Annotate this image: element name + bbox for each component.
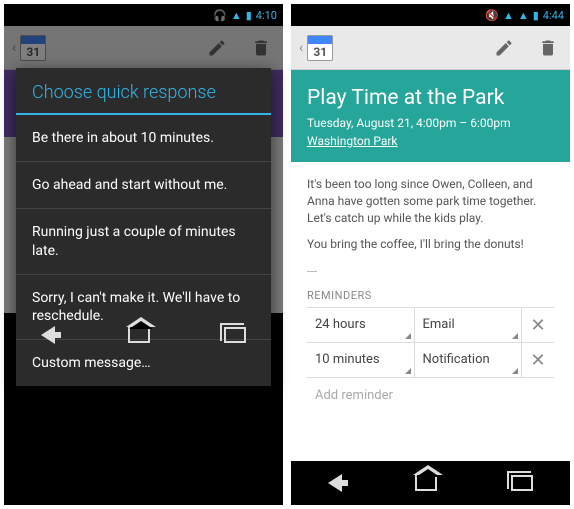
battery-icon: ▮ (533, 9, 539, 22)
remove-reminder-icon[interactable]: ✕ (522, 348, 554, 373)
nav-home-icon[interactable] (415, 475, 437, 491)
status-bar: 🎧 ▲ ▮ 4:10 (4, 4, 283, 26)
body-text: It's been too long since Owen, Colleen, … (307, 177, 536, 208)
reminder-time-spinner[interactable]: 10 minutes (307, 343, 415, 377)
remove-reminder-icon[interactable]: ✕ (522, 313, 554, 338)
signal-icon: ▲ (231, 9, 242, 22)
dialog-item[interactable]: Go ahead and start without me. (16, 162, 271, 209)
action-bar: ‹ 31 (4, 26, 283, 70)
phone-left: 🎧 ▲ ▮ 4:10 ‹ 31 Mo (4, 4, 283, 505)
nav-back-icon[interactable] (328, 474, 342, 492)
reminders-label: REMINDERS (307, 288, 554, 303)
mute-icon: 🔇 (485, 9, 499, 22)
edit-icon[interactable] (203, 34, 231, 62)
headset-icon: 🎧 (213, 9, 227, 22)
calendar-app-icon[interactable]: 31 (20, 35, 46, 61)
trash-icon[interactable] (247, 34, 275, 62)
reminder-row: 10 minutes Notification ✕ (307, 342, 554, 378)
edit-icon[interactable] (490, 34, 518, 62)
event-header: Play Time at the Park Tuesday, August 21… (291, 70, 570, 162)
nav-home-icon[interactable] (128, 327, 150, 343)
divider: --- (307, 263, 554, 280)
battery-icon: ▮ (246, 9, 252, 22)
dialog-title: Choose quick response (16, 68, 271, 115)
event-location[interactable]: Washington Park (307, 134, 554, 148)
nav-bar (291, 461, 570, 505)
dialog-item[interactable]: Custom message… (16, 340, 271, 386)
nav-recent-icon[interactable] (224, 327, 246, 343)
event-title: Play Time at the Park (307, 86, 554, 110)
signal-icon: ▲ (518, 9, 529, 22)
trash-icon[interactable] (534, 34, 562, 62)
status-time: 4:44 (543, 9, 564, 22)
status-bar: 🔇 ▲ ▲ ▮ 4:44 (291, 4, 570, 26)
nav-back-icon[interactable] (41, 326, 55, 344)
event-body: It's been too long since Owen, Colleen, … (291, 162, 570, 430)
add-reminder-button[interactable]: Add reminder (307, 377, 554, 415)
dialog-item[interactable]: Be there in about 10 minutes. (16, 115, 271, 162)
event-datetime: Tuesday, August 21, 4:00pm – 6:00pm (307, 116, 554, 130)
reminder-method-spinner[interactable]: Email (415, 308, 523, 342)
body-text: Let's catch up while the kids play. (307, 211, 483, 225)
reminder-row: 24 hours Email ✕ (307, 307, 554, 343)
phone-right: 🔇 ▲ ▲ ▮ 4:44 ‹ 31 Play Time at the Park … (291, 4, 570, 505)
calendar-app-icon[interactable]: 31 (307, 35, 333, 61)
up-caret-icon[interactable]: ‹ (12, 40, 16, 56)
reminder-time-spinner[interactable]: 24 hours (307, 308, 415, 342)
action-bar: ‹ 31 (291, 26, 570, 70)
up-caret-icon[interactable]: ‹ (299, 40, 303, 56)
nav-recent-icon[interactable] (511, 475, 533, 491)
reminder-method-spinner[interactable]: Notification (415, 343, 523, 377)
wifi-icon: ▲ (503, 9, 514, 22)
event-content: Play Time at the Park Tuesday, August 21… (291, 70, 570, 461)
dialog-item[interactable]: Running just a couple of minutes late. (16, 209, 271, 274)
body-text: You bring the coffee, I'll bring the don… (307, 236, 554, 253)
status-time: 4:10 (256, 9, 277, 22)
